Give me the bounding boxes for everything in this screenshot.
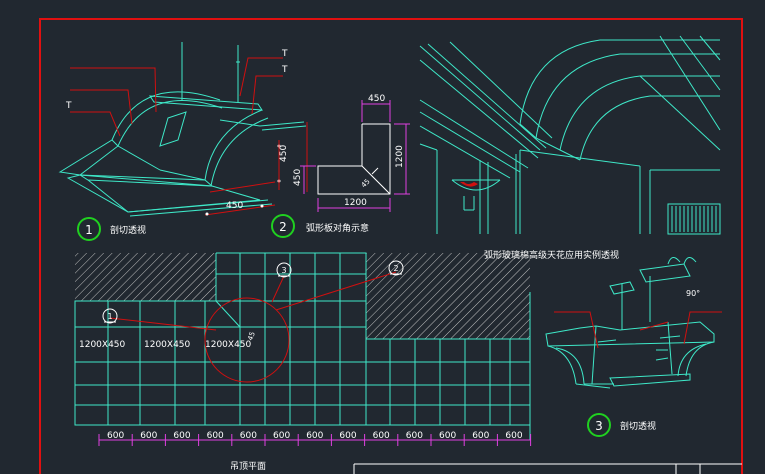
ceiling-perspective [419, 35, 721, 235]
detail-1-label-t3: T [281, 65, 288, 75]
plan-caption: 吊顶平面 [230, 461, 266, 472]
ceiling-perspective-red-fin [460, 182, 478, 187]
plan-callout-2: 2 [393, 264, 398, 273]
plan-panel-label-1: 1200X450 [79, 340, 126, 350]
detail-1-caption: 剖切透视 [110, 224, 146, 236]
detail-2-dim-top: 450 [368, 94, 385, 104]
detail-2-dims [300, 100, 410, 212]
dimension-label: 600 [107, 431, 124, 441]
dimension-label: 600 [173, 431, 190, 441]
detail-2-dim-right: 1200 [395, 145, 405, 168]
detail-3-angle: 90° [686, 289, 700, 298]
detail-2-dim-bottom: 1200 [344, 198, 367, 208]
dimension-label: 600 [240, 431, 257, 441]
title-block-fragment [353, 463, 742, 474]
plan-callout-3: 3 [281, 266, 286, 275]
plan-panel-label-3: 1200X450 [205, 340, 252, 350]
detail-1-number: 1 [85, 223, 93, 237]
dimension-label: 600 [140, 431, 157, 441]
detail-1-dim-450-c: 450 [226, 201, 243, 211]
plan-angle-45: 45 [246, 331, 257, 342]
detail-1-dim-450-a: 450 [279, 145, 289, 162]
dimension-label: 600 [273, 431, 290, 441]
detail-3-number: 3 [595, 419, 603, 433]
detail-2-dim-angle: 45 [360, 177, 372, 189]
dimension-label: 600 [439, 431, 456, 441]
cad-drawing-canvas[interactable]: T T T 450 450 450 1 剖切透视 450 1200 1200 4… [0, 0, 765, 474]
dimension-label: 600 [406, 431, 423, 441]
detail-1-label-t2: T [281, 49, 288, 59]
plan-callout-1: 1 [107, 312, 112, 321]
dimension-label: 600 [373, 431, 390, 441]
drawing-frame [39, 18, 743, 474]
dimension-label: 600 [472, 431, 489, 441]
detail-1-label-t1: T [65, 101, 72, 111]
dimension-label: 600 [505, 431, 522, 441]
detail-3-caption: 剖切透视 [620, 420, 656, 432]
dimension-label: 600 [306, 431, 323, 441]
detail-1-dim-450-b: 450 [293, 169, 303, 186]
detail-2-caption: 弧形板对角示意 [306, 222, 369, 234]
detail-3-perspective [545, 257, 715, 389]
plan-panel-label-2: 1200X450 [144, 340, 191, 350]
plan-hatch-wall-left [75, 253, 216, 301]
dimension-label: 600 [207, 431, 224, 441]
detail-2-number: 2 [279, 220, 287, 234]
detail-2-corner [317, 123, 391, 195]
plan-hatch-wall-right-lower [366, 327, 530, 339]
dimension-label: 600 [339, 431, 356, 441]
